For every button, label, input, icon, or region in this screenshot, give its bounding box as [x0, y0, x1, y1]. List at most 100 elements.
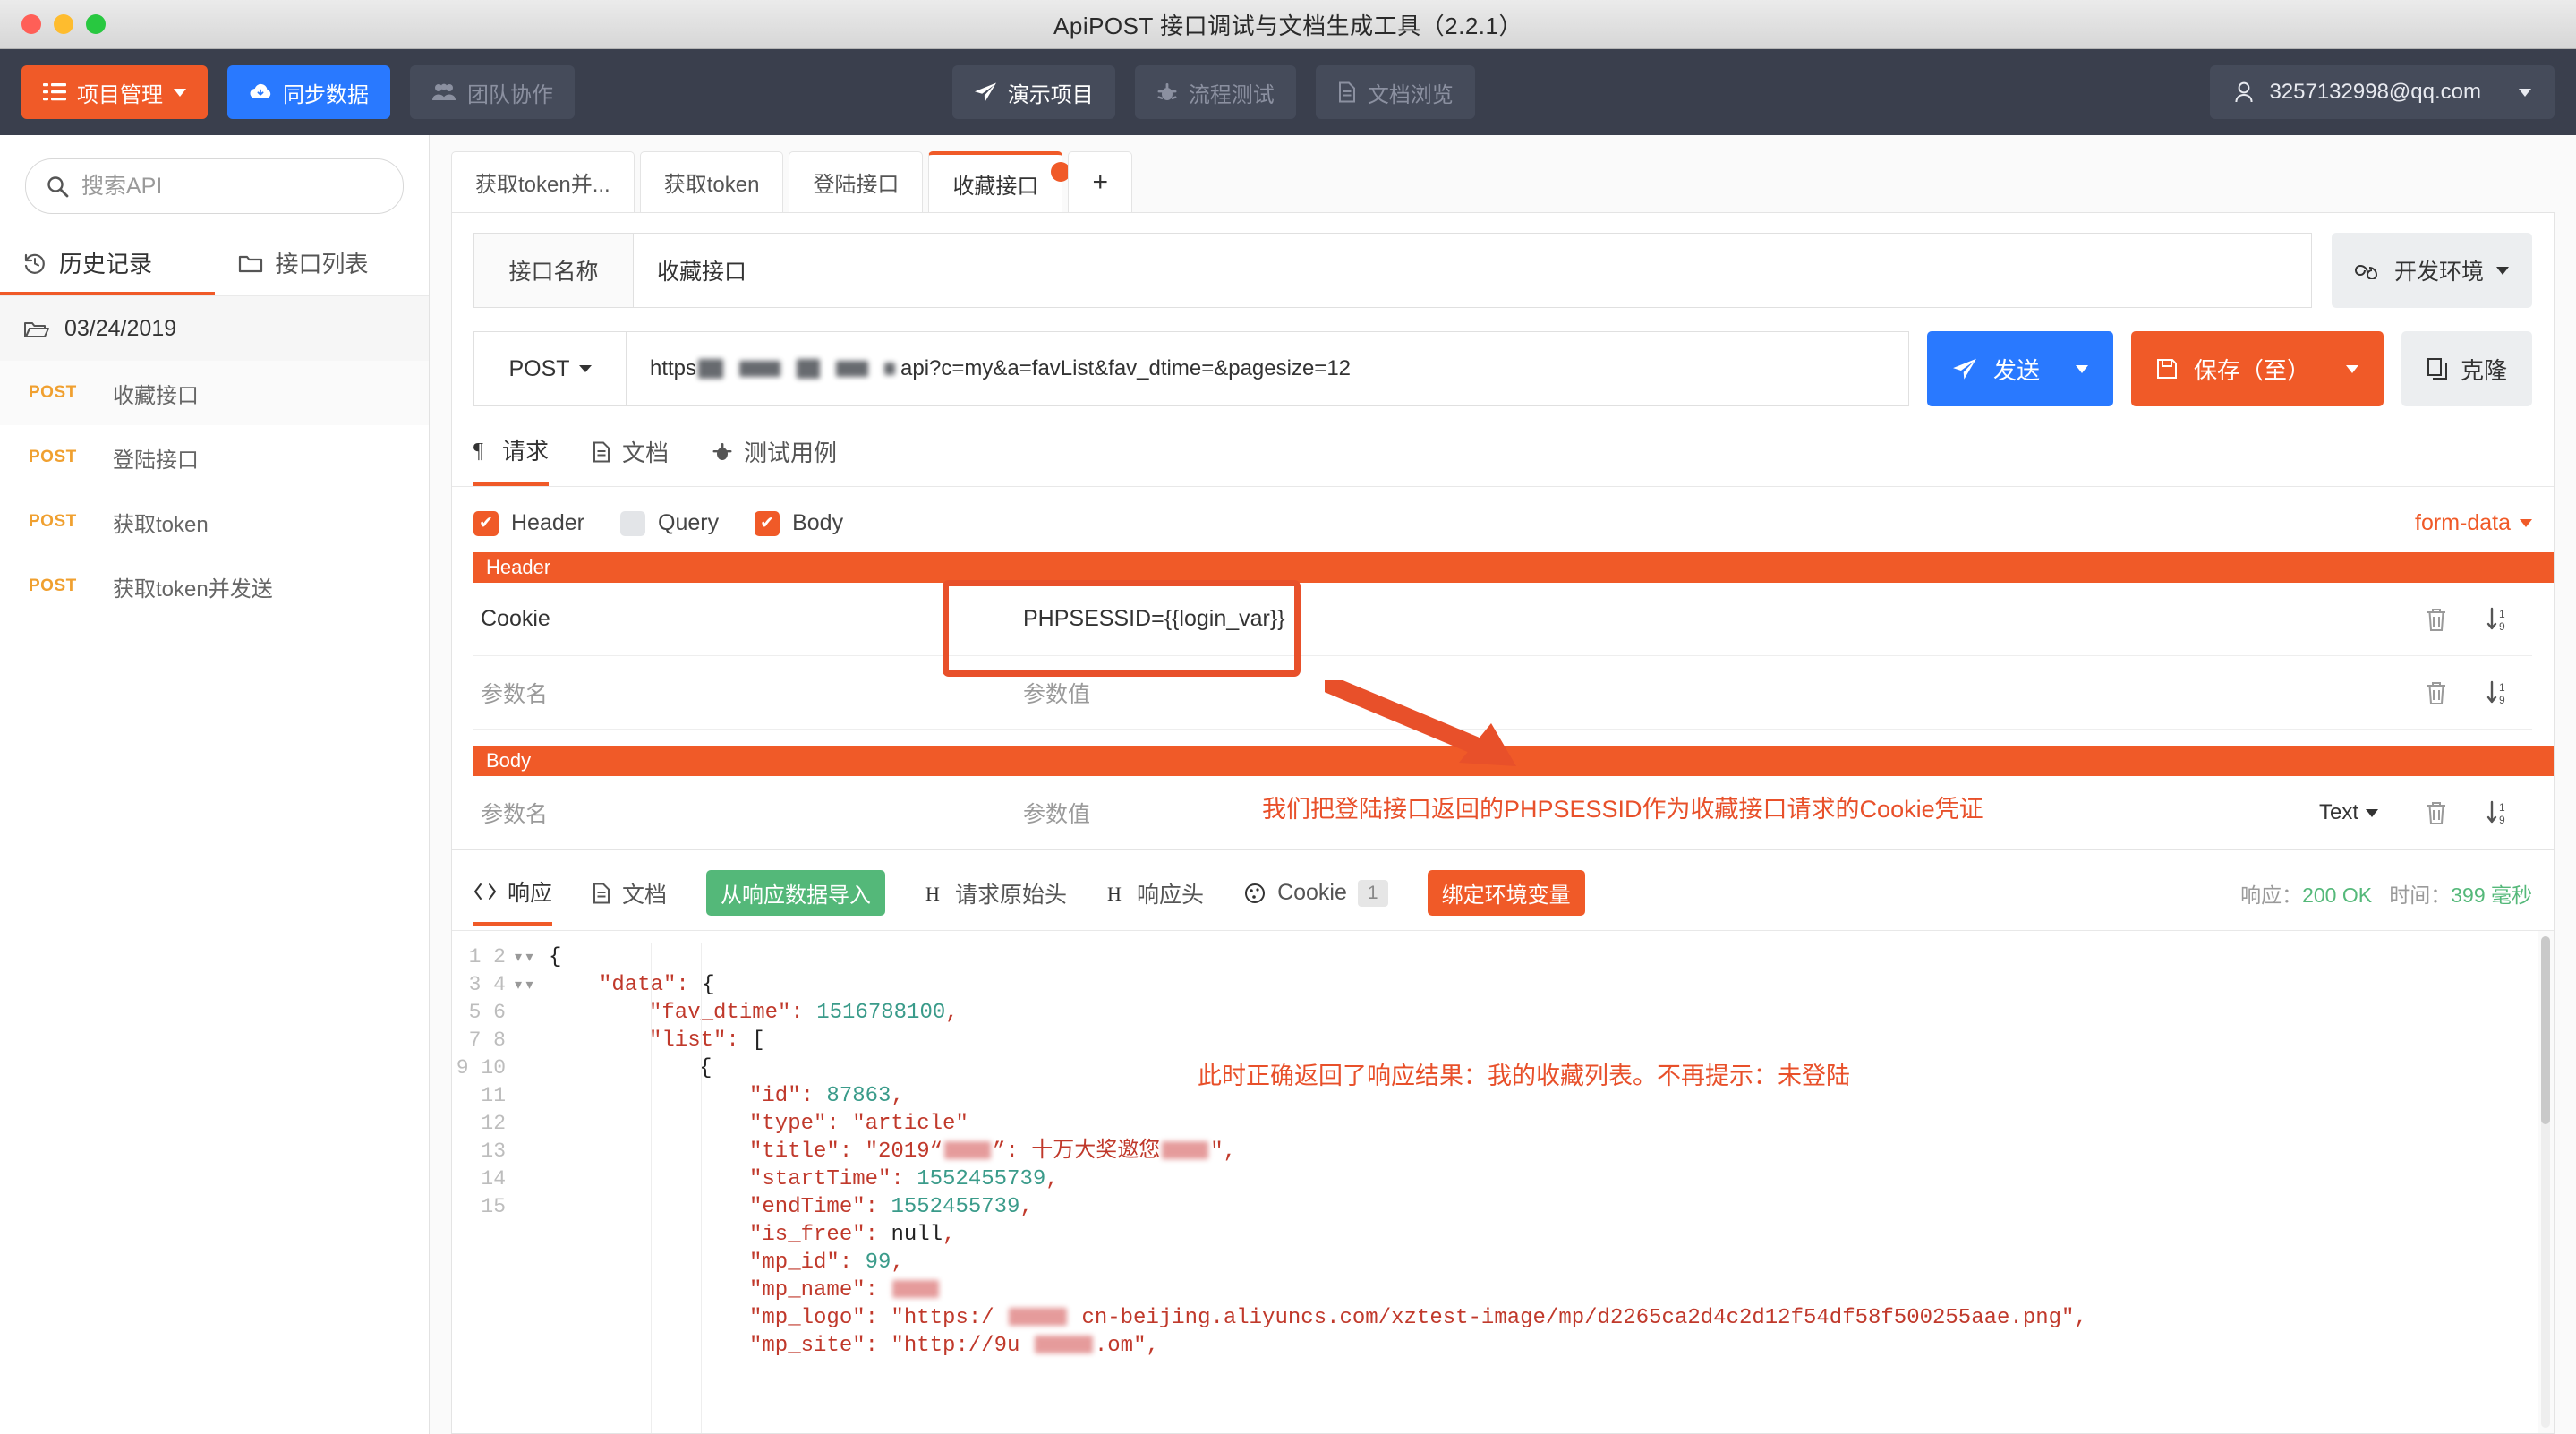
response-json-code[interactable]: { "data": { "fav_dtime": 1516788100, "li…: [538, 931, 2554, 1433]
bug-icon: [712, 441, 733, 463]
sidebar-item-get-token[interactable]: POST 获取token: [0, 490, 429, 554]
tab-response[interactable]: 响应: [473, 875, 553, 926]
vertical-scrollbar[interactable]: [2541, 936, 2550, 1428]
delete-icon[interactable]: [2425, 800, 2448, 825]
value-type-selector[interactable]: Text: [2319, 800, 2378, 825]
scrollbar-thumb[interactable]: [2541, 936, 2550, 1124]
svg-text:1: 1: [2499, 681, 2505, 694]
redacted-host: [884, 363, 896, 375]
tab-testcase[interactable]: 测试用例: [712, 433, 837, 486]
demo-project-button[interactable]: 演示项目: [951, 65, 1115, 119]
request-section-tabs: ¶ 请求 文档 测试用例: [452, 406, 2554, 487]
account-email: 3257132998@qq.com: [2269, 80, 2481, 104]
save-button[interactable]: 保存（至）: [2130, 331, 2384, 406]
sort-order-icon[interactable]: 1 9: [2486, 679, 2511, 706]
environment-selector[interactable]: 开发环境: [2331, 233, 2532, 308]
svg-text:9: 9: [2499, 620, 2505, 633]
tab-get-token[interactable]: 获取token: [639, 151, 784, 212]
chevron-down-icon[interactable]: [2075, 364, 2088, 373]
tab-label: 获取token并...: [475, 173, 610, 197]
stage: 历史记录 接口列表 03/24/2019 POST 收藏接口: [0, 135, 2576, 1434]
body-section-tag: Body: [473, 746, 2554, 776]
bug-icon: [1156, 81, 1178, 103]
checkbox-query[interactable]: Query: [620, 510, 719, 536]
checkbox-icon: ✔: [755, 510, 780, 536]
toolbar-center-group: 演示项目 流程测试 文档浏览: [951, 65, 1475, 119]
fold-markers[interactable]: ▾ ▾ ▾ ▾: [515, 931, 538, 1433]
url-field[interactable]: POST https api?c=my&a=favList&fav_dtime=&…: [473, 331, 1909, 406]
sidebar-tab-history[interactable]: 历史记录: [0, 230, 215, 295]
tab-request-label: 请求: [502, 438, 550, 465]
tab-response-doc-label: 文档: [622, 882, 668, 908]
account-menu[interactable]: 3257132998@qq.com: [2210, 65, 2555, 119]
http-method-badge: POST: [29, 448, 77, 466]
doc-browse-button[interactable]: 文档浏览: [1315, 65, 1475, 119]
header-param-value[interactable]: PHPSESSID={{login_var}}: [1011, 606, 2425, 632]
sort-order-icon[interactable]: 1 9: [2486, 799, 2511, 826]
tab-cookie[interactable]: Cookie 1: [1243, 879, 1388, 921]
sync-data-button[interactable]: 同步数据: [227, 65, 390, 119]
header-icon: H: [1106, 883, 1126, 904]
tab-request-raw-header[interactable]: H 请求原始头: [925, 877, 1067, 924]
svg-text:1: 1: [2499, 801, 2505, 814]
delete-icon[interactable]: [2425, 680, 2448, 705]
bind-env-var-button[interactable]: 绑定环境变量: [1427, 870, 1585, 930]
svg-text:¶: ¶: [473, 440, 483, 462]
tab-favorite-api[interactable]: 收藏接口: [928, 151, 1071, 212]
sidebar-item-login-api[interactable]: POST 登陆接口: [0, 425, 429, 490]
cookie-count-badge: 1: [1357, 879, 1388, 907]
search-input[interactable]: [81, 173, 383, 200]
user-icon: [2233, 81, 2255, 104]
chevron-down-icon[interactable]: [2345, 364, 2358, 373]
sidebar-item-get-token-send[interactable]: POST 获取token并发送: [0, 554, 429, 619]
sidebar-item-label: 收藏接口: [113, 383, 199, 408]
chevron-down-icon: [2496, 266, 2509, 275]
tab-request[interactable]: ¶ 请求: [473, 433, 550, 486]
import-from-response-button[interactable]: 从响应数据导入: [706, 870, 886, 930]
tab-label: 收藏接口: [952, 174, 1039, 199]
response-section: 响应 文档 从响应数据导入 H 请求原始头 H 响应头 Cookie 1 绑定环…: [452, 849, 2554, 1433]
response-body-viewer[interactable]: 1 2 3 4 5 6 7 8 9 10 11 12 13 14 15 ▾ ▾ …: [452, 931, 2554, 1433]
tab-get-token-send[interactable]: 获取token并...: [451, 151, 635, 212]
header-param-value-placeholder[interactable]: 参数值: [1011, 677, 2425, 709]
send-button[interactable]: 发送: [1926, 331, 2113, 406]
request-tab-bar: 获取token并... 获取token 登陆接口 收藏接口 +: [430, 135, 2576, 212]
save-disk-icon: [2156, 358, 2178, 380]
flow-test-button[interactable]: 流程测试: [1134, 65, 1296, 119]
project-manage-button[interactable]: 项目管理: [21, 65, 208, 119]
search-box[interactable]: [25, 158, 404, 214]
sort-order-icon[interactable]: 1 9: [2486, 606, 2511, 633]
checkbox-body[interactable]: ✔ Body: [755, 510, 843, 536]
url-input[interactable]: https api?c=my&a=favList&fav_dtime=&pages…: [627, 332, 1908, 405]
line-number-gutter: 1 2 3 4 5 6 7 8 9 10 11 12 13 14 15: [456, 945, 506, 1218]
http-method-badge: POST: [29, 512, 77, 531]
delete-icon[interactable]: [2425, 607, 2448, 632]
checkbox-icon: ✔: [473, 510, 499, 536]
interface-name-field[interactable]: 接口名称 收藏接口: [473, 233, 2312, 308]
clone-button[interactable]: 克隆: [2401, 331, 2532, 406]
history-icon: [23, 252, 47, 275]
sidebar-item-favorite-api[interactable]: POST 收藏接口: [0, 361, 429, 425]
header-param-name[interactable]: Cookie: [473, 606, 1011, 632]
tab-response-header[interactable]: H 响应头: [1106, 877, 1204, 924]
body-param-name-placeholder[interactable]: 参数名: [473, 797, 1011, 829]
tab-doc[interactable]: 文档: [592, 433, 669, 486]
tab-response-doc[interactable]: 文档: [592, 877, 667, 924]
http-method-selector[interactable]: POST: [474, 332, 627, 405]
clone-label: 克隆: [2460, 356, 2507, 384]
body-type-selector[interactable]: form-data: [2415, 510, 2532, 536]
cookie-icon: [1243, 883, 1267, 904]
header-param-name-placeholder[interactable]: 参数名: [473, 677, 1011, 709]
flow-test-label: 流程测试: [1188, 82, 1275, 107]
checkbox-header[interactable]: ✔ Header: [473, 510, 584, 536]
tab-login-api[interactable]: 登陆接口: [789, 151, 924, 212]
sidebar-tab-apilist[interactable]: 接口列表: [215, 230, 430, 295]
interface-name-value[interactable]: 收藏接口: [634, 234, 2311, 307]
annotation-response-note: 此时正确返回了响应结果：我的收藏列表。不再提示：未登陆: [1198, 1063, 1850, 1089]
header-param-row: Cookie PHPSESSID={{login_var}} 1 9: [473, 583, 2532, 656]
team-collab-button[interactable]: 团队协作: [410, 65, 575, 119]
add-tab-button[interactable]: +: [1068, 151, 1132, 212]
checkbox-header-label: Header: [511, 510, 584, 535]
sidebar-folder-row[interactable]: 03/24/2019: [0, 296, 429, 361]
response-status-prefix: 响应：: [2240, 883, 2303, 907]
